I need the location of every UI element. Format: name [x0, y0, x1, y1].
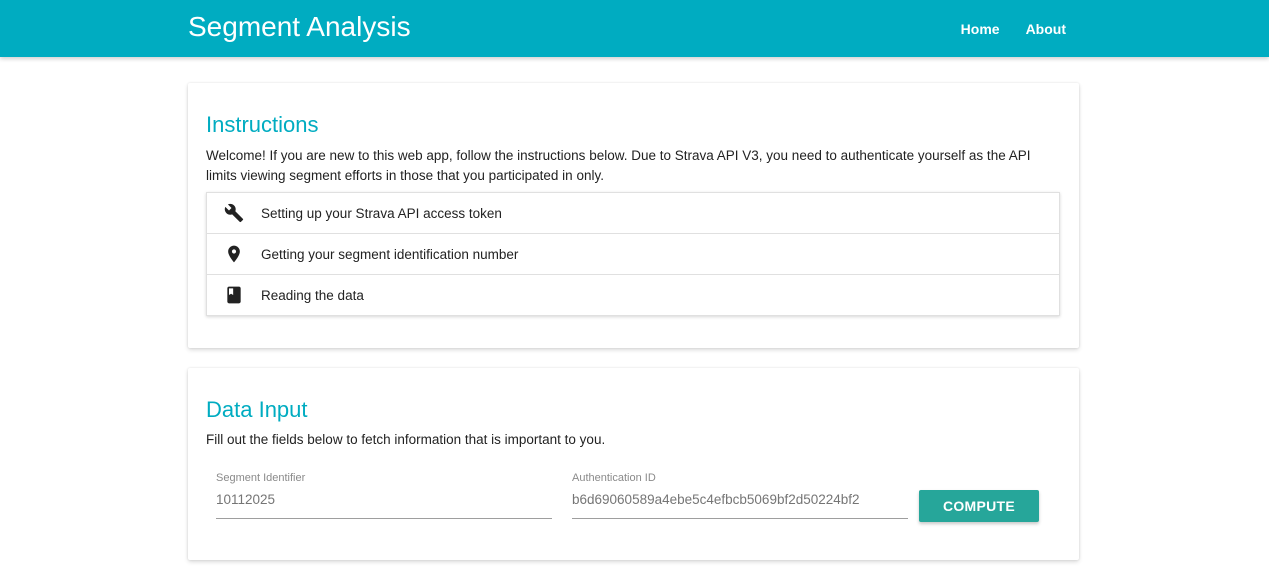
list-item-label: Getting your segment identification numb…	[261, 246, 519, 262]
authentication-id-label: Authentication ID	[572, 472, 656, 484]
auth-field: Authentication ID	[572, 472, 908, 519]
data-input-card: Data Input Fill out the fields below to …	[188, 368, 1079, 560]
top-navbar: Segment Analysis Home About	[0, 0, 1269, 57]
nav-about-link[interactable]: About	[1026, 21, 1066, 37]
list-item-access-token[interactable]: Setting up your Strava API access token	[207, 193, 1059, 234]
instructions-card: Instructions Welcome! If you are new to …	[188, 83, 1079, 348]
wrench-icon	[224, 203, 244, 223]
nav-home-link[interactable]: Home	[961, 21, 1000, 37]
authentication-id-input[interactable]	[572, 492, 908, 519]
list-item-label: Setting up your Strava API access token	[261, 205, 502, 221]
list-item-label: Reading the data	[261, 287, 364, 303]
data-input-title: Data Input	[206, 397, 308, 422]
location-pin-icon	[224, 244, 244, 264]
brand-title[interactable]: Segment Analysis	[188, 9, 411, 45]
list-item-reading-data[interactable]: Reading the data	[207, 275, 1059, 315]
instructions-title: Instructions	[206, 112, 319, 137]
nav-links: Home About	[935, 0, 1066, 57]
book-icon	[224, 285, 244, 305]
data-input-text: Fill out the fields below to fetch infor…	[206, 432, 606, 447]
segment-identifier-input[interactable]	[216, 492, 552, 519]
instructions-text: Welcome! If you are new to this web app,…	[206, 148, 1031, 183]
compute-button[interactable]: COMPUTE	[919, 490, 1039, 522]
segment-field: Segment Identifier	[216, 472, 552, 519]
list-item-segment-id[interactable]: Getting your segment identification numb…	[207, 234, 1059, 275]
segment-identifier-label: Segment Identifier	[216, 472, 306, 484]
instructions-list: Setting up your Strava API access token …	[206, 192, 1060, 316]
